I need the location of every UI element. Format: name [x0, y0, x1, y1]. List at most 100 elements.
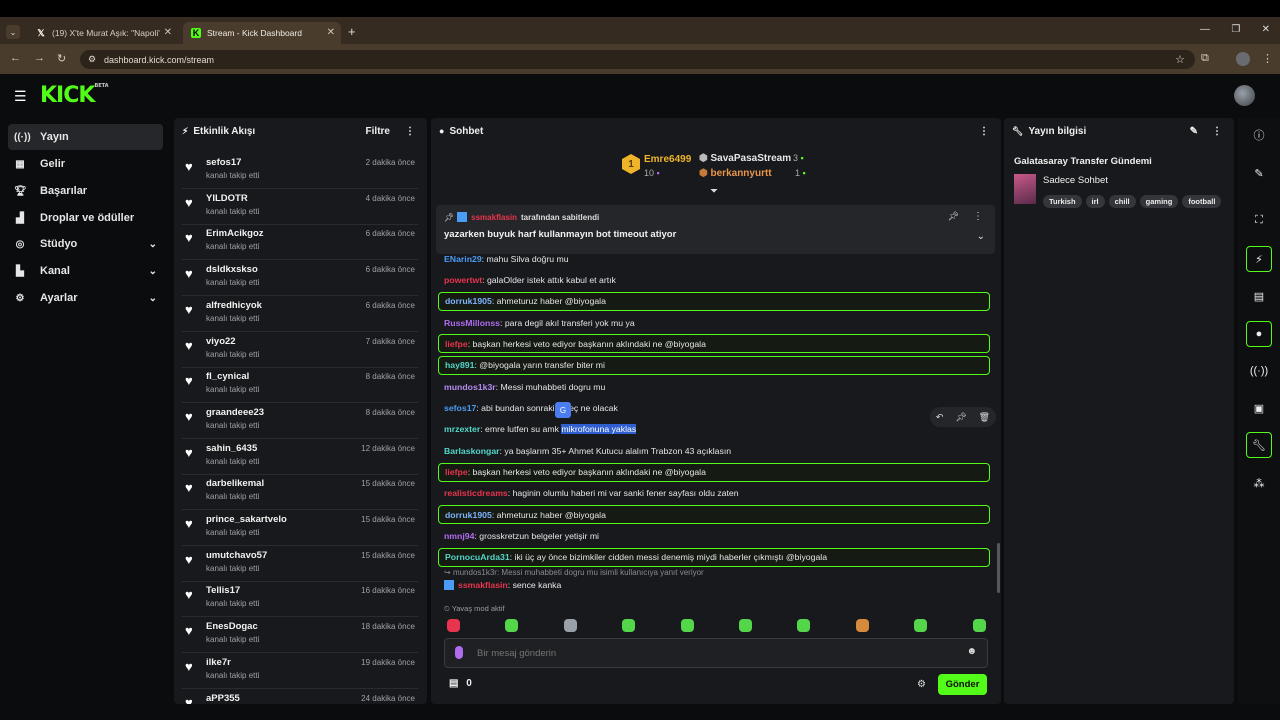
- user-avatar[interactable]: [1234, 85, 1255, 106]
- broadcast-icon[interactable]: ((·)): [1246, 358, 1272, 384]
- video-icon[interactable]: ▣: [1246, 395, 1272, 421]
- event-item[interactable]: ♥ prince_sakartvelo kanalı takip etti 15 da…: [182, 510, 418, 546]
- emote-icon[interactable]: [447, 619, 460, 632]
- event-item[interactable]: ♥ viyo22 kanalı takip etti 7 dakika önce: [182, 332, 418, 368]
- back-icon[interactable]: ←: [10, 52, 21, 64]
- extensions-icon[interactable]: ⧉: [1201, 52, 1209, 65]
- info-icon[interactable]: ⓘ: [1246, 122, 1272, 148]
- store-button[interactable]: ▤ 0: [449, 678, 472, 689]
- stream-tag[interactable]: Turkish: [1043, 195, 1082, 208]
- emote-icon[interactable]: [972, 619, 986, 632]
- pin-message-icon[interactable]: 📌︎: [955, 412, 966, 423]
- chat-message[interactable]: mundos1k3r: Messi muhabbeti dogru mu: [438, 377, 990, 396]
- event-item[interactable]: ♥ Tellis17 kanalı takip etti 16 dakika önce: [182, 581, 418, 618]
- event-item[interactable]: ♥ aPP355 24 dakika önce: [182, 689, 418, 705]
- emote-icon[interactable]: [739, 619, 752, 632]
- sidebar-item-basarilar[interactable]: 🏆︎ Başarılar: [8, 178, 163, 204]
- collapse-leaderboard-icon[interactable]: ⏷: [710, 186, 718, 197]
- sidebar-item-yayin[interactable]: ((·)) Yayın: [8, 124, 163, 150]
- chat-username[interactable]: mundos1k3r: [444, 382, 496, 392]
- unpin-icon[interactable]: 📌︎: [948, 211, 959, 222]
- chat-message[interactable]: ENarin29: mahu Silva doğru mu: [438, 252, 990, 265]
- event-item[interactable]: ♥ fl_cynical kanalı takip etti 8 dakika önc…: [182, 367, 418, 404]
- event-item[interactable]: ♥ graandeee23 kanalı takip etti 8 dakika ön…: [182, 403, 418, 439]
- sidebar-item-studyo[interactable]: ◎ Stüdyo ⌄: [8, 231, 163, 257]
- stream-category[interactable]: Sadece Sohbet: [1043, 175, 1108, 186]
- chat-input-box[interactable]: ☻: [444, 638, 988, 668]
- tab-search-icon[interactable]: ⌄: [6, 25, 20, 39]
- activity-feed-toggle[interactable]: ⚡︎: [1246, 246, 1272, 272]
- chat-message-mention[interactable]: liefpe: başkan herkesi veto ediyor başka…: [438, 334, 990, 354]
- chat-username[interactable]: dorruk1905: [445, 296, 492, 306]
- event-item[interactable]: ♥ sefos17 kanalı takip etti 2 dakika önce: [182, 153, 418, 189]
- tab-twitter[interactable]: 𝕏 (19) X'te Murat Aşık: "Napoli" d ✕: [28, 22, 178, 44]
- chat-username[interactable]: liefpe: [445, 339, 468, 349]
- emote-icon[interactable]: [622, 619, 636, 632]
- emote-icon[interactable]: [914, 619, 928, 632]
- chat-scrollbar[interactable]: [997, 543, 1000, 593]
- profile-avatar[interactable]: [1236, 52, 1250, 66]
- stream-tag[interactable]: irl: [1085, 195, 1105, 208]
- event-item[interactable]: ♥ alfredhicyok kanalı takip etti 6 dakika ö…: [182, 296, 418, 332]
- chat-message-mention[interactable]: PornocuArda31: iki üç ay önce bizimkiler…: [438, 547, 990, 567]
- chat-username[interactable]: dorruk1905: [445, 510, 492, 520]
- chat-message-mention[interactable]: liefpe: başkan herkesi veto ediyor başka…: [438, 462, 990, 482]
- browser-menu-icon[interactable]: ⋮: [1262, 52, 1273, 65]
- chat-message[interactable]: sefos17: abi bundan sonraki süreç ne ola…: [438, 398, 990, 417]
- reply-username[interactable]: ssmakflasin: [458, 580, 508, 590]
- chevron-down-icon[interactable]: ⌄: [977, 231, 985, 242]
- event-item[interactable]: ♥ ilke7r kanalı takip etti 19 dakika önce: [182, 653, 418, 689]
- url-field[interactable]: ⚙ dashboard.kick.com/stream ☆: [80, 50, 1195, 69]
- filter-button[interactable]: Filtre: [366, 126, 390, 137]
- tab-kick-dashboard[interactable]: K Stream - Kick Dashboard ✕: [183, 22, 341, 44]
- event-item[interactable]: ♥ darbelikemal kanalı takip etti 15 dakika …: [182, 474, 418, 511]
- bookmark-star-icon[interactable]: ☆: [1175, 53, 1185, 66]
- reply-icon[interactable]: ↶: [936, 412, 944, 423]
- sidebar-item-droplar[interactable]: ▟ Droplar ve ödüller: [8, 205, 163, 231]
- chat-username[interactable]: realisticdreams: [444, 488, 508, 498]
- sidebar-item-ayarlar[interactable]: ⚙ Ayarlar ⌄: [8, 285, 163, 311]
- stream-tag[interactable]: chill: [1108, 195, 1136, 208]
- chat-username[interactable]: ENarin29: [444, 254, 482, 264]
- chat-message[interactable]: mrzexter: emre lutfen su amk mikrofonuna…: [438, 420, 990, 439]
- chat-message[interactable]: Barlaskongar: ya başlarım 35+ Ahmet Kutu…: [438, 441, 990, 460]
- chat-username[interactable]: mrzexter: [444, 424, 480, 434]
- event-item[interactable]: ♥ EnesDogac kanalı takip etti 18 dakika önc…: [182, 617, 418, 654]
- close-window-icon[interactable]: ✕: [1262, 24, 1270, 35]
- chat-username[interactable]: hay891: [445, 360, 474, 370]
- reload-icon[interactable]: ↻: [57, 52, 66, 65]
- category-thumbnail[interactable]: [1014, 174, 1036, 204]
- chat-settings-icon[interactable]: ⚙: [917, 679, 926, 690]
- chat-toggle[interactable]: ●: [1246, 321, 1272, 347]
- emoji-icon[interactable]: ☻: [966, 646, 977, 657]
- chat-username[interactable]: liefpe: [445, 467, 468, 477]
- event-item[interactable]: ♥ YILDOTR kanalı takip etti 4 dakika önce: [182, 189, 418, 225]
- chat-message-mention[interactable]: dorruk1905: ahmeturuz haber @biyogala: [438, 505, 990, 525]
- edit-icon[interactable]: ✎: [1246, 160, 1272, 186]
- stream-tag[interactable]: gaming: [1139, 195, 1179, 208]
- event-item[interactable]: ♥ dsldkxskso kanalı takip etti 6 dakika önc…: [182, 260, 418, 297]
- chat-message-mention[interactable]: dorruk1905: ahmeturuz haber @biyogala: [438, 291, 990, 311]
- emote-icon[interactable]: [855, 619, 869, 632]
- pinned-by-user[interactable]: ssmakflasin: [471, 213, 517, 222]
- event-item[interactable]: ♥ ErimAcikgoz kanalı takip etti 6 dakika ön…: [182, 224, 418, 261]
- emote-icon[interactable]: [563, 619, 577, 632]
- leaderboard-second[interactable]: ⬢ SavaPasaStream: [699, 153, 791, 164]
- more-options-icon[interactable]: ⋮: [973, 211, 983, 222]
- leaderboard-first-name[interactable]: Emre6499: [644, 154, 691, 165]
- close-tab-icon[interactable]: ✕: [327, 27, 335, 38]
- translate-icon[interactable]: G: [555, 402, 571, 418]
- more-options-icon[interactable]: ⋮: [405, 126, 415, 137]
- notes-icon[interactable]: ▤: [1246, 283, 1272, 309]
- close-tab-icon[interactable]: ✕: [164, 27, 172, 38]
- chat-message[interactable]: powertwt: galaOlder istek attık kabul et…: [438, 270, 990, 289]
- emote-icon[interactable]: [680, 619, 694, 632]
- leaderboard-third[interactable]: ⬢ berkannyurtt: [699, 168, 772, 179]
- delete-icon[interactable]: 🗑︎: [979, 412, 990, 423]
- edit-icon[interactable]: ✎: [1190, 126, 1198, 137]
- chat-username[interactable]: sefos17: [444, 403, 476, 413]
- forward-icon[interactable]: →: [34, 52, 45, 64]
- event-item[interactable]: ♥ umutchavo57 kanalı takip etti 15 dakika ö…: [182, 546, 418, 582]
- kick-logo[interactable]: KICKBETA: [40, 83, 109, 108]
- chat-message[interactable]: realisticdreams: haginin olumlu haberi m…: [438, 484, 990, 503]
